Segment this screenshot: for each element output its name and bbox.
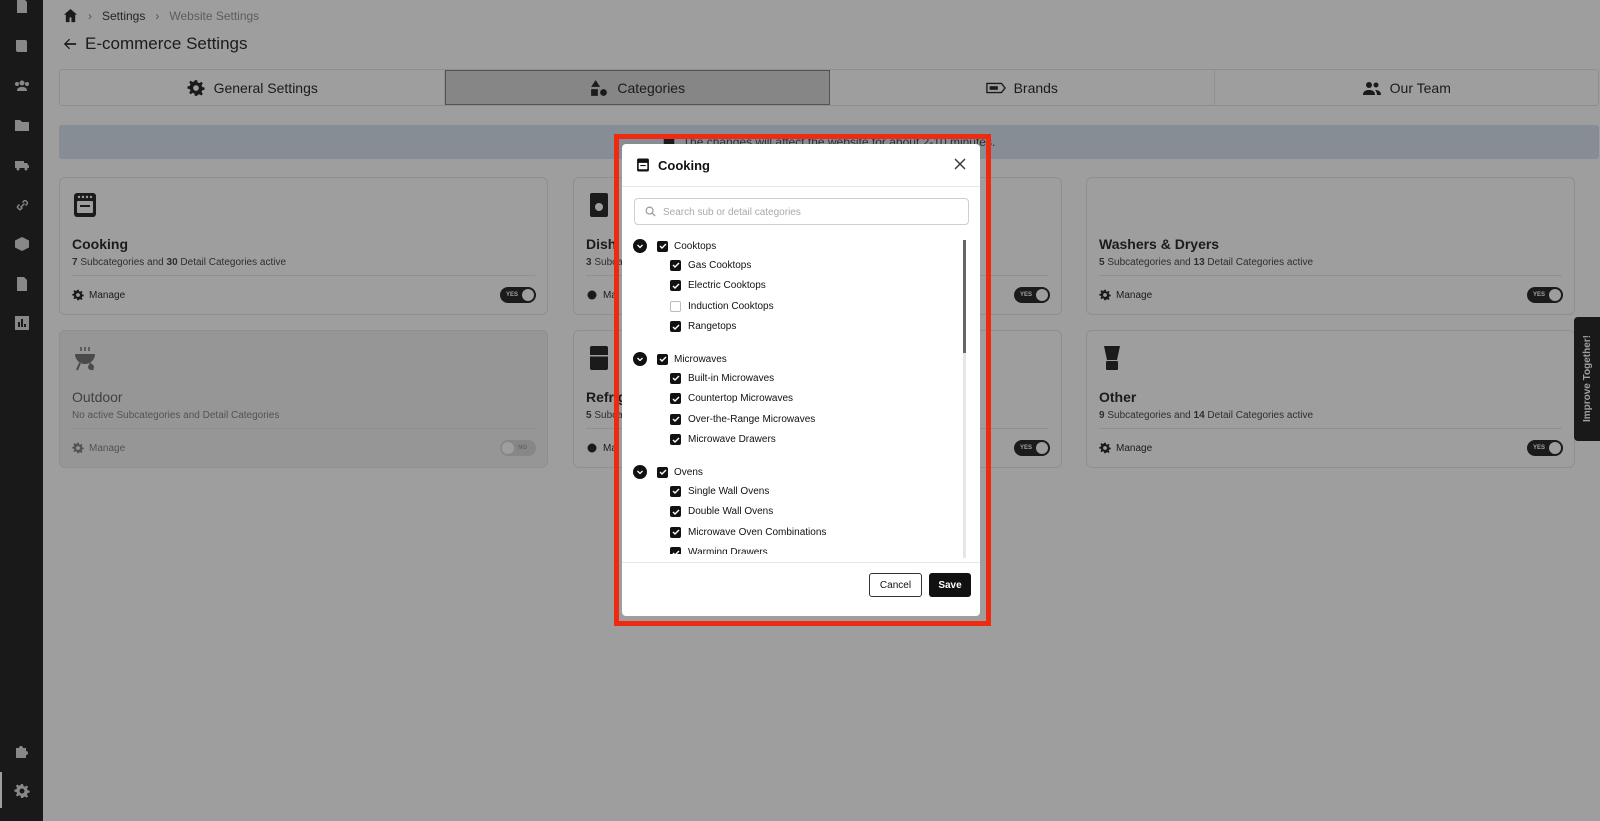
subcategory-label: Microwave Drawers: [688, 434, 776, 445]
chevron-down-icon[interactable]: [633, 465, 647, 479]
chevron-down-icon[interactable]: [633, 352, 647, 366]
group-label: Microwaves: [674, 353, 727, 365]
subcategory-item: Single Wall Ovens: [670, 484, 769, 498]
group-label: Ovens: [674, 466, 703, 478]
subcategory-checkbox[interactable]: [670, 280, 681, 291]
subcategory-label: Gas Cooktops: [688, 259, 752, 271]
subcategory-item: Gas Cooktops: [670, 258, 751, 272]
subcategory-item: Induction Cooktops: [670, 299, 774, 313]
subcategory-label: Countertop Microwaves: [688, 393, 794, 404]
category-group: Ovens: [633, 464, 703, 480]
modal-header: Cooking: [622, 144, 980, 187]
subcategory-item: Microwave Oven Combinations: [670, 525, 826, 539]
group-checkbox[interactable]: [657, 353, 668, 365]
category-search: [634, 198, 969, 225]
subcategory-label: Microwave Oven Combinations: [688, 526, 827, 538]
subcategory-item: Rangetops: [670, 320, 736, 334]
subcategory-checkbox[interactable]: [670, 506, 681, 517]
subcategory-label: Double Wall Ovens: [688, 506, 774, 517]
close-icon[interactable]: [954, 158, 966, 170]
save-button[interactable]: Save: [929, 573, 971, 597]
category-group: Cooktops: [633, 238, 716, 254]
scrollbar[interactable]: [963, 240, 966, 558]
subcategory-item: Warming Drawers: [670, 546, 768, 554]
subcategory-checkbox[interactable]: [670, 321, 681, 332]
subcategory-label: Single Wall Ovens: [688, 485, 770, 497]
cancel-button[interactable]: Cancel: [869, 573, 922, 597]
subcategory-checkbox[interactable]: [670, 393, 681, 404]
modal-title: Cooking: [658, 158, 710, 173]
search-input[interactable]: [663, 203, 958, 221]
category-modal: Cooking Cooktops Gas Cooktops Electric Coo…: [622, 144, 980, 616]
group-checkbox[interactable]: [657, 466, 668, 478]
subcategory-checkbox[interactable]: [670, 485, 681, 497]
subcategory-item: Double Wall Ovens: [670, 505, 773, 519]
modal-footer: Cancel Save: [622, 562, 980, 616]
subcategory-checkbox[interactable]: [670, 547, 681, 554]
group-checkbox[interactable]: [657, 240, 668, 252]
subcategory-label: Warming Drawers: [688, 547, 768, 554]
chevron-down-icon[interactable]: [633, 239, 647, 253]
subcategory-item: Countertop Microwaves: [670, 392, 793, 406]
subcategory-label: Induction Cooktops: [688, 300, 774, 312]
subcategory-item: Built-in Microwaves: [670, 371, 774, 385]
subcategory-item: Microwave Drawers: [670, 433, 776, 447]
category-tree: Cooktops Gas Cooktops Electric Cooktops Ind…: [622, 236, 968, 554]
scrollbar-thumb[interactable]: [963, 240, 966, 353]
subcategory-label: Electric Cooktops: [688, 280, 766, 291]
search-icon: [645, 206, 656, 217]
subcategory-label: Over-the-Range Microwaves: [688, 413, 816, 425]
subcategory-checkbox[interactable]: [670, 413, 681, 425]
subcategory-checkbox[interactable]: [670, 259, 681, 271]
subcategory-checkbox[interactable]: [670, 300, 681, 312]
subcategory-item: Electric Cooktops: [670, 279, 766, 293]
subcategory-checkbox[interactable]: [670, 526, 681, 538]
oven-icon: [637, 158, 649, 172]
subcategory-label: Built-in Microwaves: [688, 372, 775, 384]
subcategory-label: Rangetops: [688, 321, 737, 332]
group-label: Cooktops: [674, 240, 717, 252]
subcategory-checkbox[interactable]: [670, 372, 681, 384]
subcategory-checkbox[interactable]: [670, 434, 681, 445]
subcategory-item: Over-the-Range Microwaves: [670, 412, 815, 426]
category-group: Microwaves: [633, 351, 727, 367]
